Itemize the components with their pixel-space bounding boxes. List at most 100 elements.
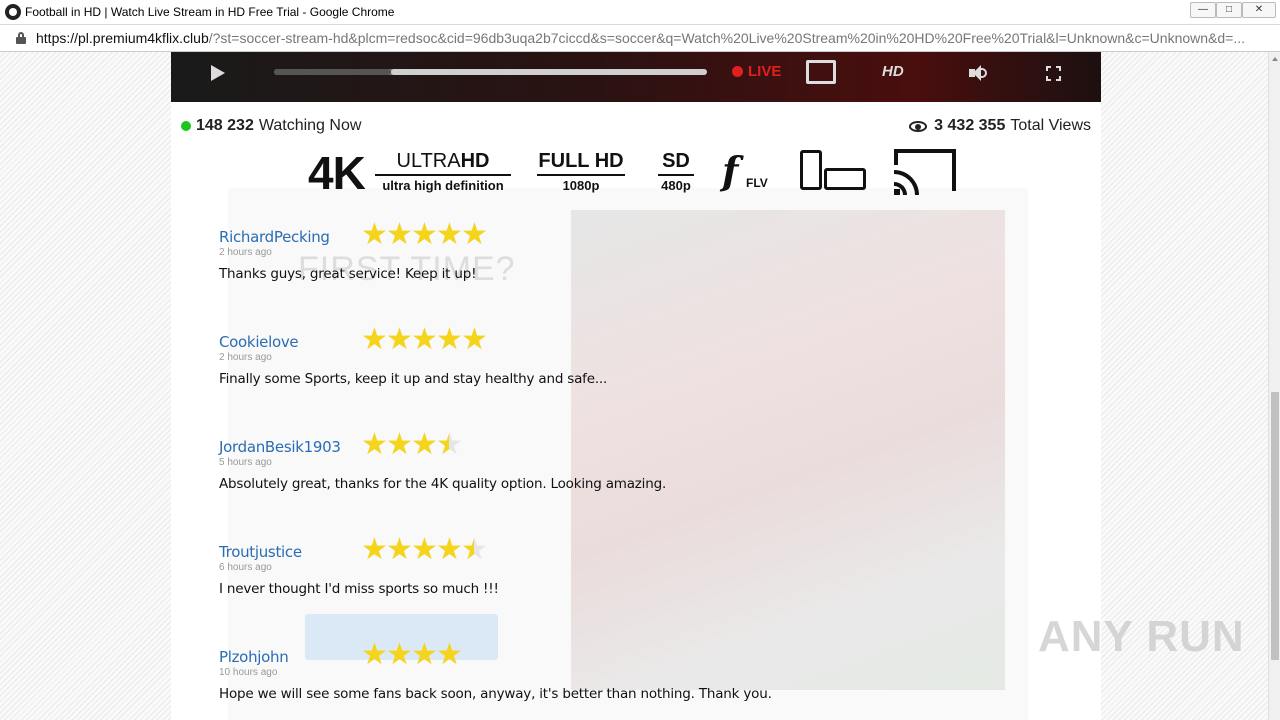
star-full-icon: ★ ★ [461,323,488,356]
review-text: Hope we will see some fans back soon, an… [219,686,772,702]
star-full-icon: ★ ★ [411,638,438,671]
review-author[interactable]: Plzohjohn [219,648,919,666]
star-full-icon: ★ ★ [361,428,388,461]
eye-icon [909,120,928,132]
fullscreen-icon[interactable] [1046,66,1061,81]
page-content: FIRST TIME? LIVE HD 148 232 Watching Now… [171,52,1101,720]
star-full-icon: ★ ★ [436,638,463,671]
views-count: 3 432 355 [934,117,1006,134]
review-text: Thanks guys, great service! Keep it up! [219,266,477,282]
star-full-icon: ★ ★ [361,323,388,356]
watching-now: 148 232 Watching Now [181,117,361,135]
close-button[interactable]: ✕ [1242,2,1276,18]
watching-label: Watching Now [258,117,362,134]
fullhd-subtitle: 1080p [562,178,600,193]
badge-4k: 4K [308,147,366,199]
url-domain: https://pl.premium4kflix.club [36,30,209,46]
review-author[interactable]: JordanBesik1903 [219,438,919,456]
review-item: RichardPecking 2 hours ago Thanks guys, gr… [219,220,919,283]
star-full-icon: ★ ★ [411,428,438,461]
window-title: Football in HD | Watch Live Stream in HD… [25,5,395,19]
star-full-icon: ★ ★ [361,638,388,671]
watching-count: 148 232 [196,117,254,134]
flash-glyph: f [722,148,739,193]
ultra-subtitle: ultra high definition [382,178,504,193]
review-author[interactable]: Troutjustice [219,543,919,561]
scroll-up-arrow-icon[interactable] [1272,57,1278,61]
review-item: Cookielove 2 hours ago Finally some Sports… [219,325,919,388]
star-full-icon: ★ ★ [436,218,463,251]
mobile-devices-icon [800,150,868,192]
review-text: I never thought I'd miss sports so much … [219,581,499,597]
review-text: Finally some Sports, keep it up and stay… [219,371,608,387]
vertical-scrollbar[interactable] [1268,52,1280,720]
rating-stars: ★★★★★★★★ [361,638,463,671]
star-full-icon: ★ ★ [411,218,438,251]
progress-bar[interactable] [274,69,707,75]
star-full-icon: ★ ★ [386,533,413,566]
rating-stars: ★★★★★★★★★★ [361,533,488,566]
video-player-controls[interactable]: LIVE HD [171,52,1101,102]
star-full-icon: ★ ★ [411,323,438,356]
review-time: 6 hours ago [219,562,272,573]
address-bar[interactable]: https://pl.premium4kflix.club/?st=soccer… [0,25,1280,52]
minimize-button[interactable]: — [1190,2,1216,18]
star-full-icon: ★ ★ [361,218,388,251]
ultra-text: ULTRA [396,150,461,172]
lock-icon[interactable] [16,32,26,44]
review-text: Absolutely great, thanks for the 4K qual… [219,476,667,492]
flash-flv-icon: f FLV [722,148,770,193]
total-views: 3 432 355 Total Views [909,117,1091,135]
progress-buffer [390,69,707,75]
review-item: Plzohjohn 10 hours ago Hope we will see so… [219,640,919,703]
star-full-icon: ★ ★ [436,323,463,356]
rating-stars: ★★★★★★★★★★ [361,218,488,251]
chromecast-icon [894,149,956,195]
progress-played [274,69,391,75]
chrome-app-icon [5,4,21,20]
rating-stars: ★★★★★★★★ [361,428,463,461]
review-item: JordanBesik1903 5 hours ago Absolutely gre… [219,430,919,493]
fullhd-text: FULL HD [537,150,625,176]
hd-toggle[interactable]: HD [882,63,904,80]
scrollbar-thumb[interactable] [1271,392,1279,660]
play-icon[interactable] [211,65,225,81]
live-dot-icon [732,66,743,77]
url-path: /?st=soccer-stream-hd&plcm=redsoc&cid=96… [208,30,1246,46]
rating-stars: ★★★★★★★★★★ [361,323,488,356]
anyrun-watermark: ANY RUN [1038,612,1245,661]
review-time: 2 hours ago [219,352,272,363]
star-full-icon: ★ ★ [386,428,413,461]
star-full-icon: ★ ★ [386,218,413,251]
star-full-icon: ★ ★ [361,533,388,566]
ultra-hd-text: HD [460,150,490,172]
review-author[interactable]: Cookielove [219,333,919,351]
views-label: Total Views [1010,117,1091,134]
url-text[interactable]: https://pl.premium4kflix.club/?st=soccer… [36,30,1266,46]
star-full-icon: ★ ★ [386,323,413,356]
flv-text: FLV [746,176,768,190]
review-time: 10 hours ago [219,667,278,678]
quality-badges: 4K ULTRAHD ultra high definition FULL HD… [308,146,968,199]
review-time: 2 hours ago [219,247,272,258]
star-half-icon: ★★ [461,533,488,566]
review-time: 5 hours ago [219,457,272,468]
cast-icon[interactable] [806,60,836,84]
star-full-icon: ★ ★ [386,638,413,671]
star-half-icon: ★★ [436,428,463,461]
window-title-bar: Football in HD | Watch Live Stream in HD… [0,0,1280,25]
sd-subtitle: 480p [661,178,691,193]
badge-full-hd: FULL HD 1080p [537,150,625,193]
review-item: Troutjustice 6 hours ago I never thought I… [219,535,919,598]
review-author[interactable]: RichardPecking [219,228,919,246]
star-full-icon: ★ ★ [461,218,488,251]
badge-ultra-hd: ULTRAHD ultra high definition [375,150,511,193]
live-label: LIVE [748,63,782,80]
volume-icon[interactable] [969,65,989,81]
maximize-button[interactable]: □ [1216,2,1242,18]
online-dot-icon [181,121,191,131]
badge-sd: SD 480p [658,150,694,193]
star-full-icon: ★ ★ [411,533,438,566]
star-full-icon: ★ ★ [436,533,463,566]
sd-text: SD [658,150,694,176]
